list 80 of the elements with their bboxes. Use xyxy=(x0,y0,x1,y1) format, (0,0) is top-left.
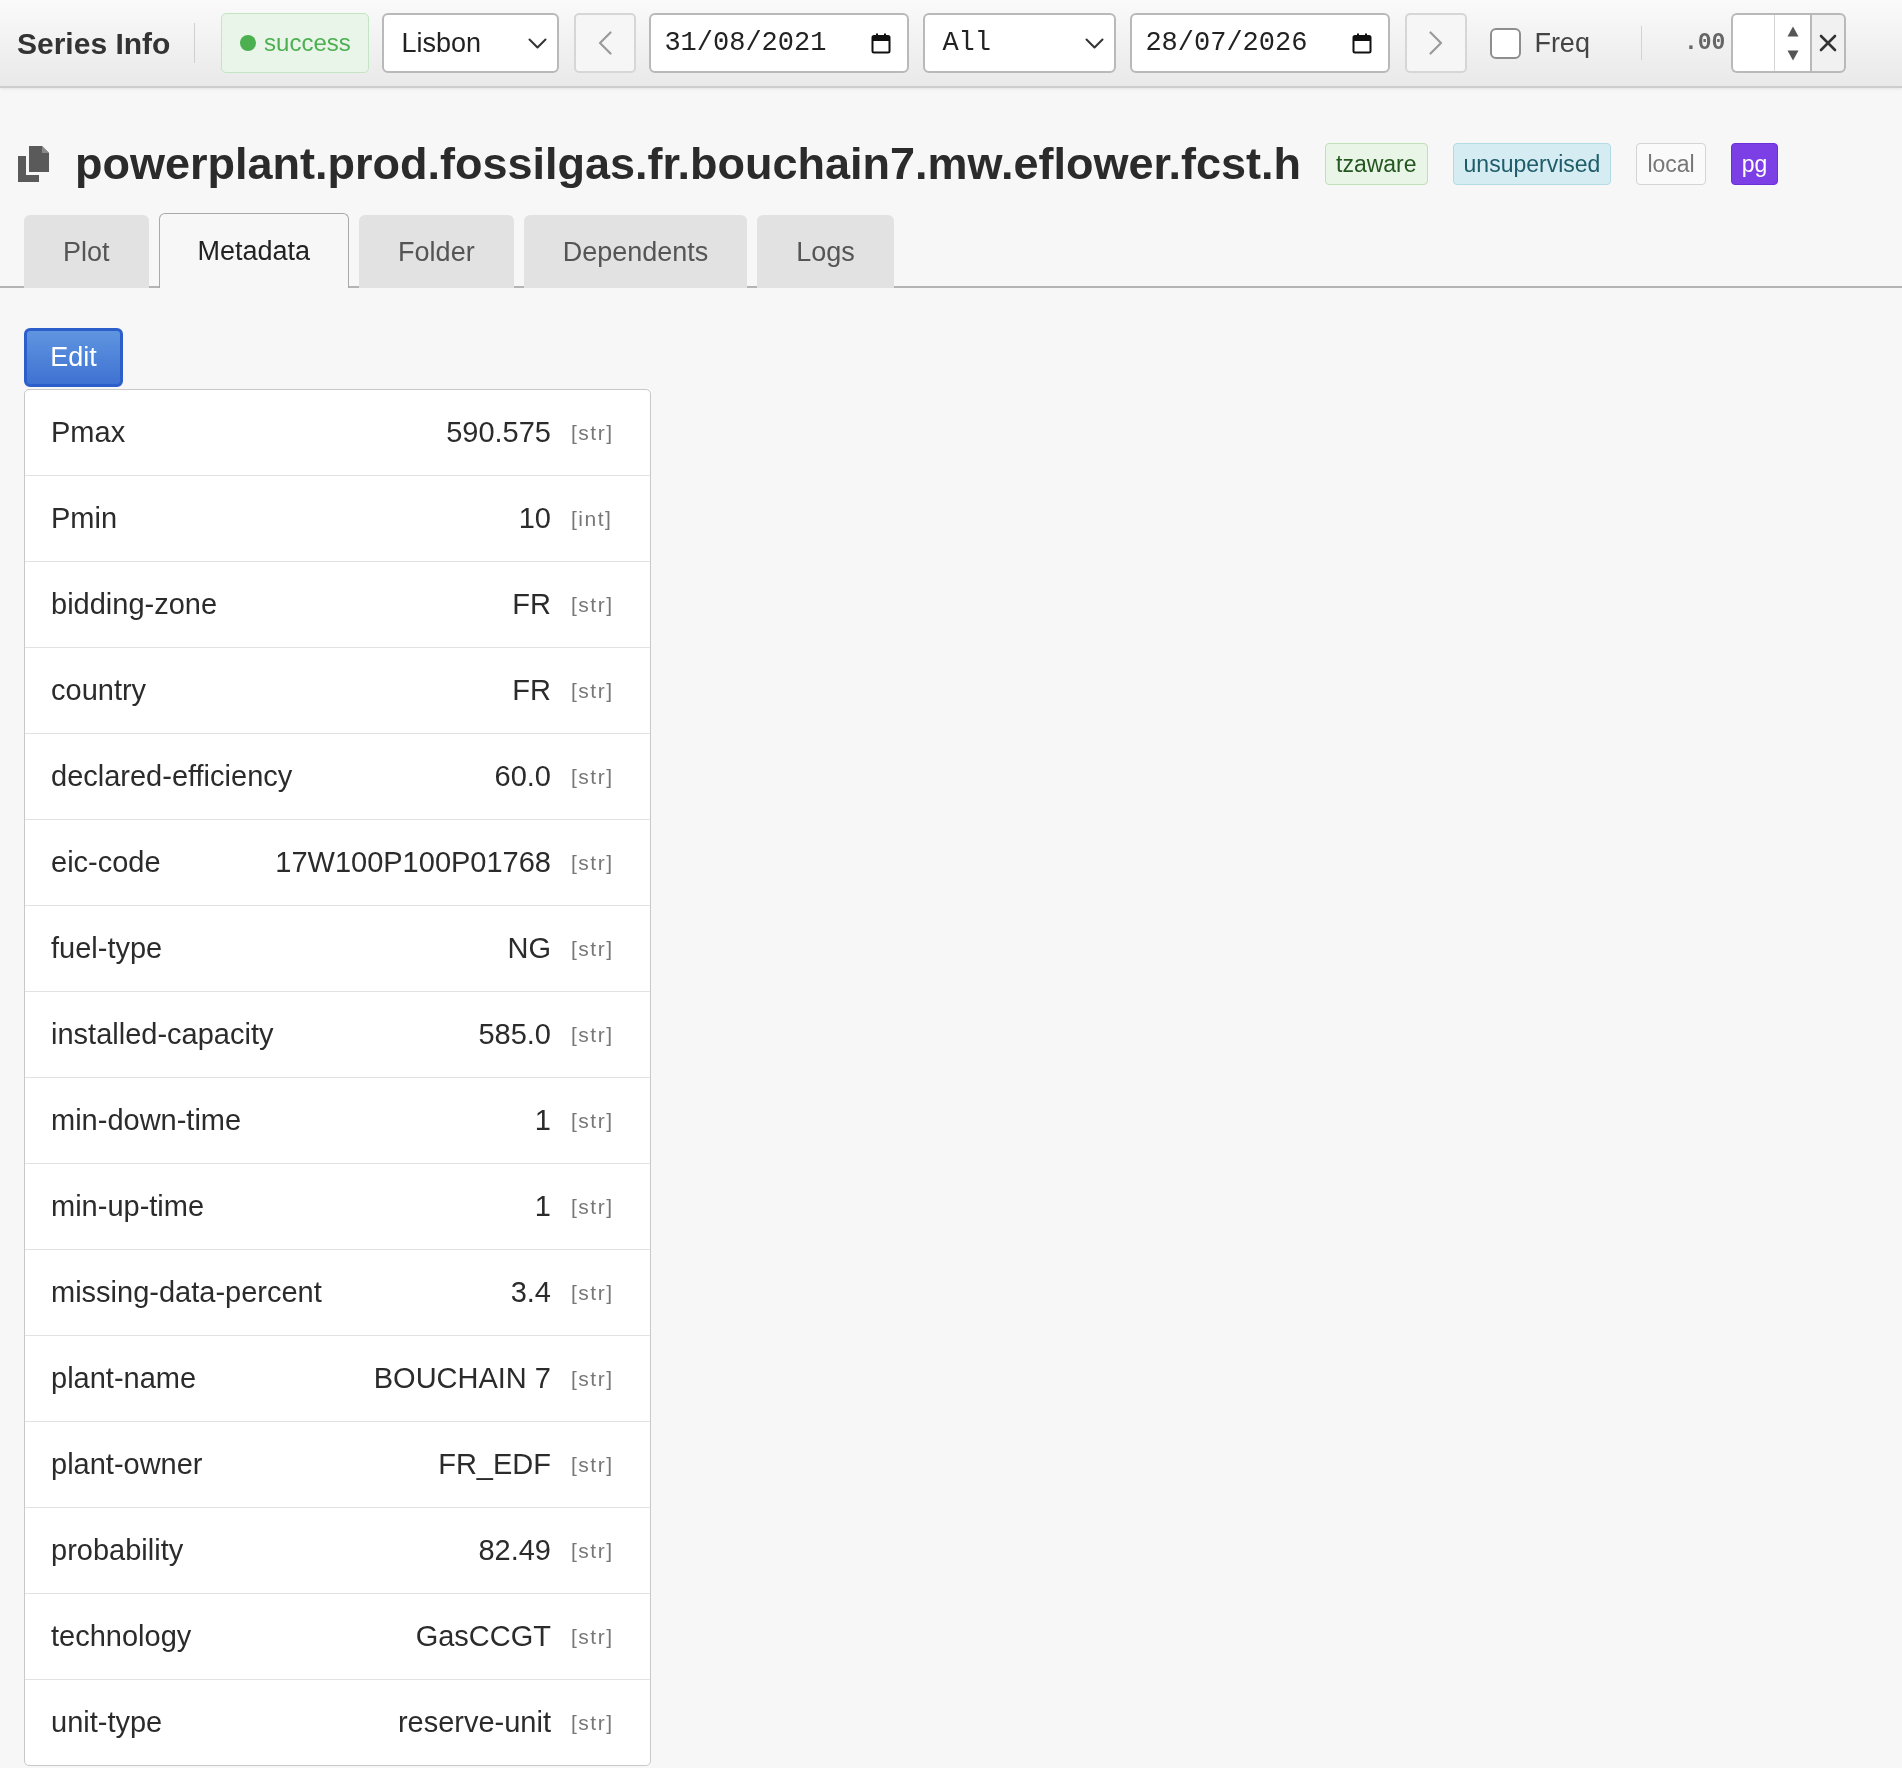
metadata-key: bidding-zone xyxy=(51,582,218,627)
metadata-key: declared-efficiency xyxy=(51,754,293,799)
type-label: [str] xyxy=(571,1021,615,1048)
metadata-value: 60.0 xyxy=(494,758,551,794)
calendar-icon xyxy=(1352,32,1373,54)
edit-button[interactable]: Edit xyxy=(24,328,123,387)
type-label: [str] xyxy=(571,591,615,618)
metadata-key: eic-code xyxy=(51,840,161,885)
chevron-right-icon xyxy=(1429,31,1444,55)
metadata-value: FR xyxy=(512,586,551,622)
metadata-key: technology xyxy=(51,1614,192,1659)
tab[interactable]: Dependents xyxy=(523,215,748,288)
metadata-value: 590.575 xyxy=(446,414,551,450)
metadata-value: 1 xyxy=(534,1102,551,1138)
tab[interactable]: Plot xyxy=(24,215,149,288)
type-label: [str] xyxy=(571,1451,615,1478)
metadata-key: min-down-time xyxy=(51,1098,242,1143)
metadata-value: 10 xyxy=(518,500,551,536)
metadata-value: BOUCHAIN 7 xyxy=(373,1360,551,1396)
caret-icon xyxy=(528,37,548,49)
type-label: [str] xyxy=(571,1623,615,1650)
series-name: powerplant.prod.fossilgas.fr.bouchain7.mw.eflower.fcst.h xyxy=(75,137,1302,192)
type-label: [str] xyxy=(571,677,615,704)
type-label: [str] xyxy=(571,1537,615,1564)
tab[interactable]: Logs xyxy=(757,215,894,288)
tag-badge: tzaware xyxy=(1325,143,1428,185)
metadata-key: min-up-time xyxy=(51,1184,205,1229)
type-label: [int] xyxy=(571,505,614,532)
metadata-value: 585.0 xyxy=(478,1016,551,1052)
metadata-value: 3.4 xyxy=(510,1274,551,1310)
calendar-icon xyxy=(871,32,892,54)
type-label: [str] xyxy=(571,763,615,790)
type-label: [str] xyxy=(571,935,615,962)
metadata-value: 82.49 xyxy=(478,1532,551,1568)
metadata-key: plant-owner xyxy=(51,1442,203,1487)
metadata-value: NG xyxy=(507,930,551,966)
freq-label: Freq xyxy=(1534,26,1590,60)
metadata-key: Pmax xyxy=(51,410,126,455)
number-field[interactable] xyxy=(1731,13,1811,73)
metadata-key: fuel-type xyxy=(51,926,163,971)
decimals-label: .00 xyxy=(1683,28,1726,58)
metadata-key: plant-name xyxy=(51,1356,197,1401)
chevron-left-icon xyxy=(598,31,613,55)
tag-badge: unsupervised xyxy=(1452,143,1612,185)
metadata-value: GasCCGT xyxy=(415,1618,551,1654)
metadata-key: missing-data-percent xyxy=(51,1270,322,1315)
type-label: [str] xyxy=(571,1193,615,1220)
metadata-value: reserve-unit xyxy=(397,1704,551,1740)
metadata-value: 17W100P100P01768 xyxy=(275,844,551,880)
freq-checkbox[interactable] xyxy=(1490,27,1522,59)
metadata-value: FR_EDF xyxy=(438,1446,551,1482)
tag-badge: pg xyxy=(1730,143,1779,185)
close-icon xyxy=(1819,34,1838,52)
tag-badge: local xyxy=(1636,143,1706,185)
metadata-key: probability xyxy=(51,1528,184,1573)
metadata-value: FR xyxy=(512,672,551,708)
spin-up-icon[interactable] xyxy=(1786,25,1799,37)
spin-down-icon[interactable] xyxy=(1786,49,1799,61)
end-date-field[interactable]: 28/07/2026 xyxy=(1130,13,1391,73)
horizon-select[interactable]: All xyxy=(923,13,1117,73)
status-dot-icon xyxy=(240,35,257,51)
page-title: Series Info xyxy=(17,25,171,62)
metadata-value: 1 xyxy=(534,1188,551,1224)
type-label: [str] xyxy=(571,1709,615,1736)
type-label: [str] xyxy=(571,1279,615,1306)
clear-button[interactable] xyxy=(1810,13,1847,73)
status-text: success xyxy=(264,28,351,58)
metadata-key: unit-type xyxy=(51,1700,163,1745)
type-label: [str] xyxy=(571,849,615,876)
caret-icon xyxy=(1085,37,1105,49)
tab[interactable]: Metadata xyxy=(158,213,350,288)
timezone-select[interactable]: Lisbon xyxy=(382,13,560,73)
metadata-key: country xyxy=(51,668,147,713)
type-label: [str] xyxy=(571,419,615,446)
type-label: [str] xyxy=(571,1107,615,1134)
metadata-key: Pmin xyxy=(51,496,118,541)
start-date-field[interactable]: 31/08/2021 xyxy=(649,13,910,73)
metadata-key: installed-capacity xyxy=(51,1012,274,1057)
tab[interactable]: Folder xyxy=(359,215,514,288)
type-label: [str] xyxy=(571,1365,615,1392)
